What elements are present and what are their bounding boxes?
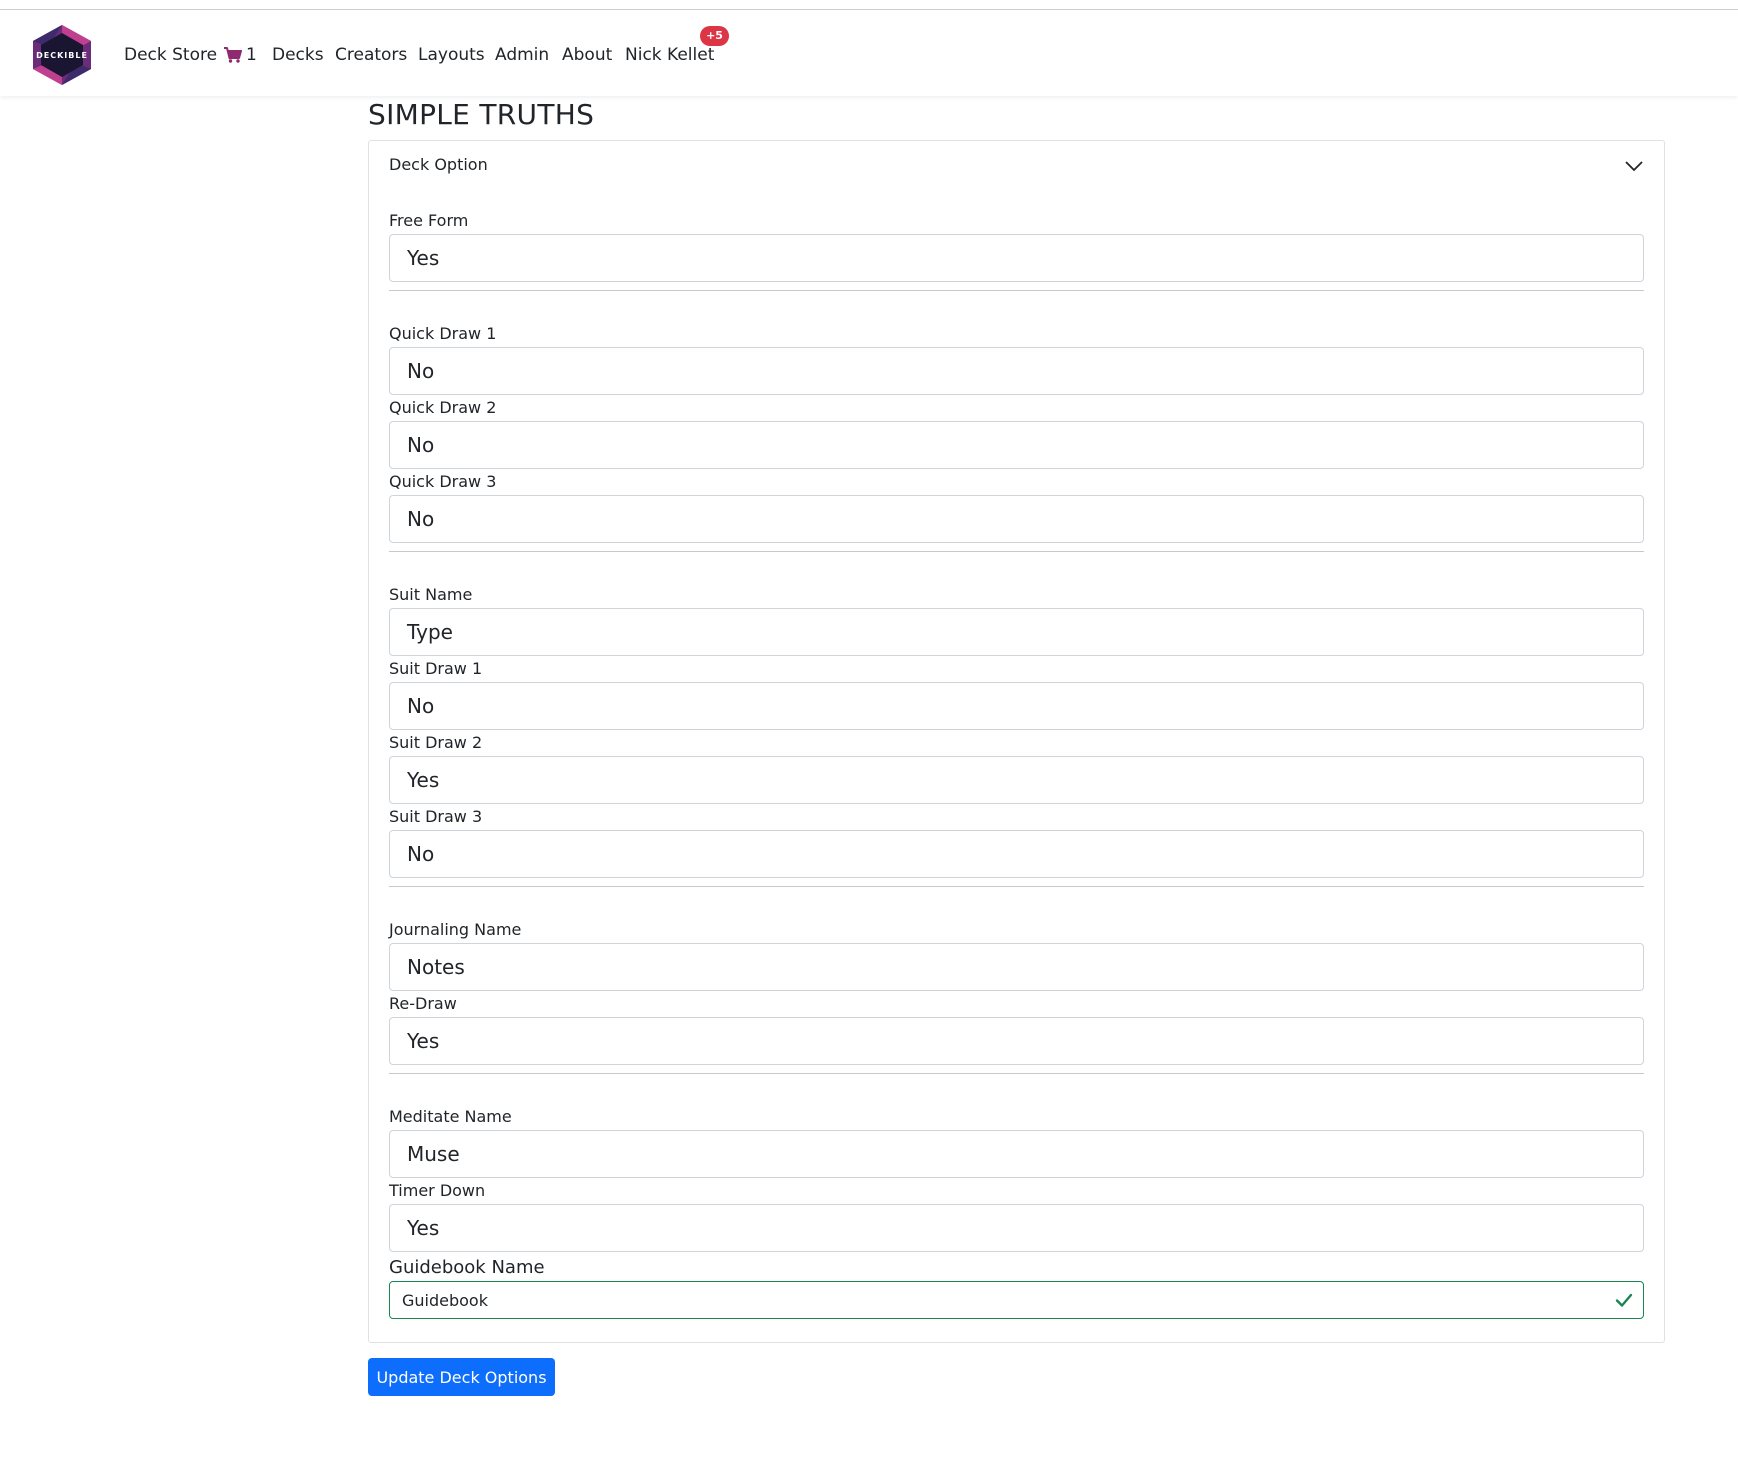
timer-down-select[interactable]: Yes xyxy=(389,1204,1644,1252)
free-form-select[interactable]: Yes xyxy=(389,234,1644,282)
quick-draw-2-label: Quick Draw 2 xyxy=(389,398,497,417)
suit-draw-1-label: Suit Draw 1 xyxy=(389,659,483,678)
nav-deck-store[interactable]: Deck Store xyxy=(124,38,217,72)
suit-name-select[interactable]: Type xyxy=(389,608,1644,656)
journaling-name-select[interactable]: Notes xyxy=(389,943,1644,991)
notification-badge[interactable]: +5 xyxy=(700,26,729,46)
logo-text: DECKIBLE xyxy=(36,51,88,60)
nav-admin[interactable]: Admin xyxy=(495,38,549,72)
nav-user[interactable]: Nick Kellet xyxy=(625,38,714,72)
guidebook-name-input[interactable] xyxy=(389,1281,1644,1319)
update-deck-options-button[interactable]: Update Deck Options xyxy=(368,1358,555,1396)
deck-option-card: Deck Option Free Form Yes Quick Draw 1 N… xyxy=(368,140,1665,1343)
suit-draw-1-select[interactable]: No xyxy=(389,682,1644,730)
suit-draw-2-select[interactable]: Yes xyxy=(389,756,1644,804)
meditate-name-select[interactable]: Muse xyxy=(389,1130,1644,1178)
suit-draw-2-label: Suit Draw 2 xyxy=(389,733,483,752)
navbar: DECKIBLE Deck Store 1 Decks Creators Lay… xyxy=(0,10,1738,96)
nav-decks[interactable]: Decks xyxy=(272,38,324,72)
section-divider xyxy=(389,1073,1644,1074)
nav-about[interactable]: About xyxy=(562,38,612,72)
checkmark-icon xyxy=(1615,1293,1633,1307)
meditate-name-label: Meditate Name xyxy=(389,1107,512,1126)
section-divider xyxy=(389,886,1644,887)
suit-draw-3-select[interactable]: No xyxy=(389,830,1644,878)
timer-down-label: Timer Down xyxy=(389,1181,486,1200)
free-form-label: Free Form xyxy=(389,211,469,230)
cart-count: 1 xyxy=(246,45,257,65)
quick-draw-3-label: Quick Draw 3 xyxy=(389,472,497,491)
journaling-name-label: Journaling Name xyxy=(389,920,522,939)
nav-cart[interactable]: 1 xyxy=(224,38,257,72)
section-divider xyxy=(389,551,1644,552)
quick-draw-1-select[interactable]: No xyxy=(389,347,1644,395)
card-header: Deck Option xyxy=(389,155,488,174)
nav-layouts[interactable]: Layouts xyxy=(418,38,485,72)
re-draw-label: Re-Draw xyxy=(389,994,457,1013)
section-divider xyxy=(389,290,1644,291)
suit-draw-3-label: Suit Draw 3 xyxy=(389,807,483,826)
chevron-down-icon[interactable] xyxy=(1624,159,1644,173)
quick-draw-2-select[interactable]: No xyxy=(389,421,1644,469)
suit-name-label: Suit Name xyxy=(389,585,473,604)
re-draw-select[interactable]: Yes xyxy=(389,1017,1644,1065)
quick-draw-1-label: Quick Draw 1 xyxy=(389,324,497,343)
quick-draw-3-select[interactable]: No xyxy=(389,495,1644,543)
page-title: SIMPLE TRUTHS xyxy=(368,98,595,131)
guidebook-name-label: Guidebook Name xyxy=(389,1257,545,1278)
deckible-logo[interactable]: DECKIBLE xyxy=(27,23,97,87)
nav-creators[interactable]: Creators xyxy=(335,38,407,72)
cart-icon xyxy=(224,47,242,63)
